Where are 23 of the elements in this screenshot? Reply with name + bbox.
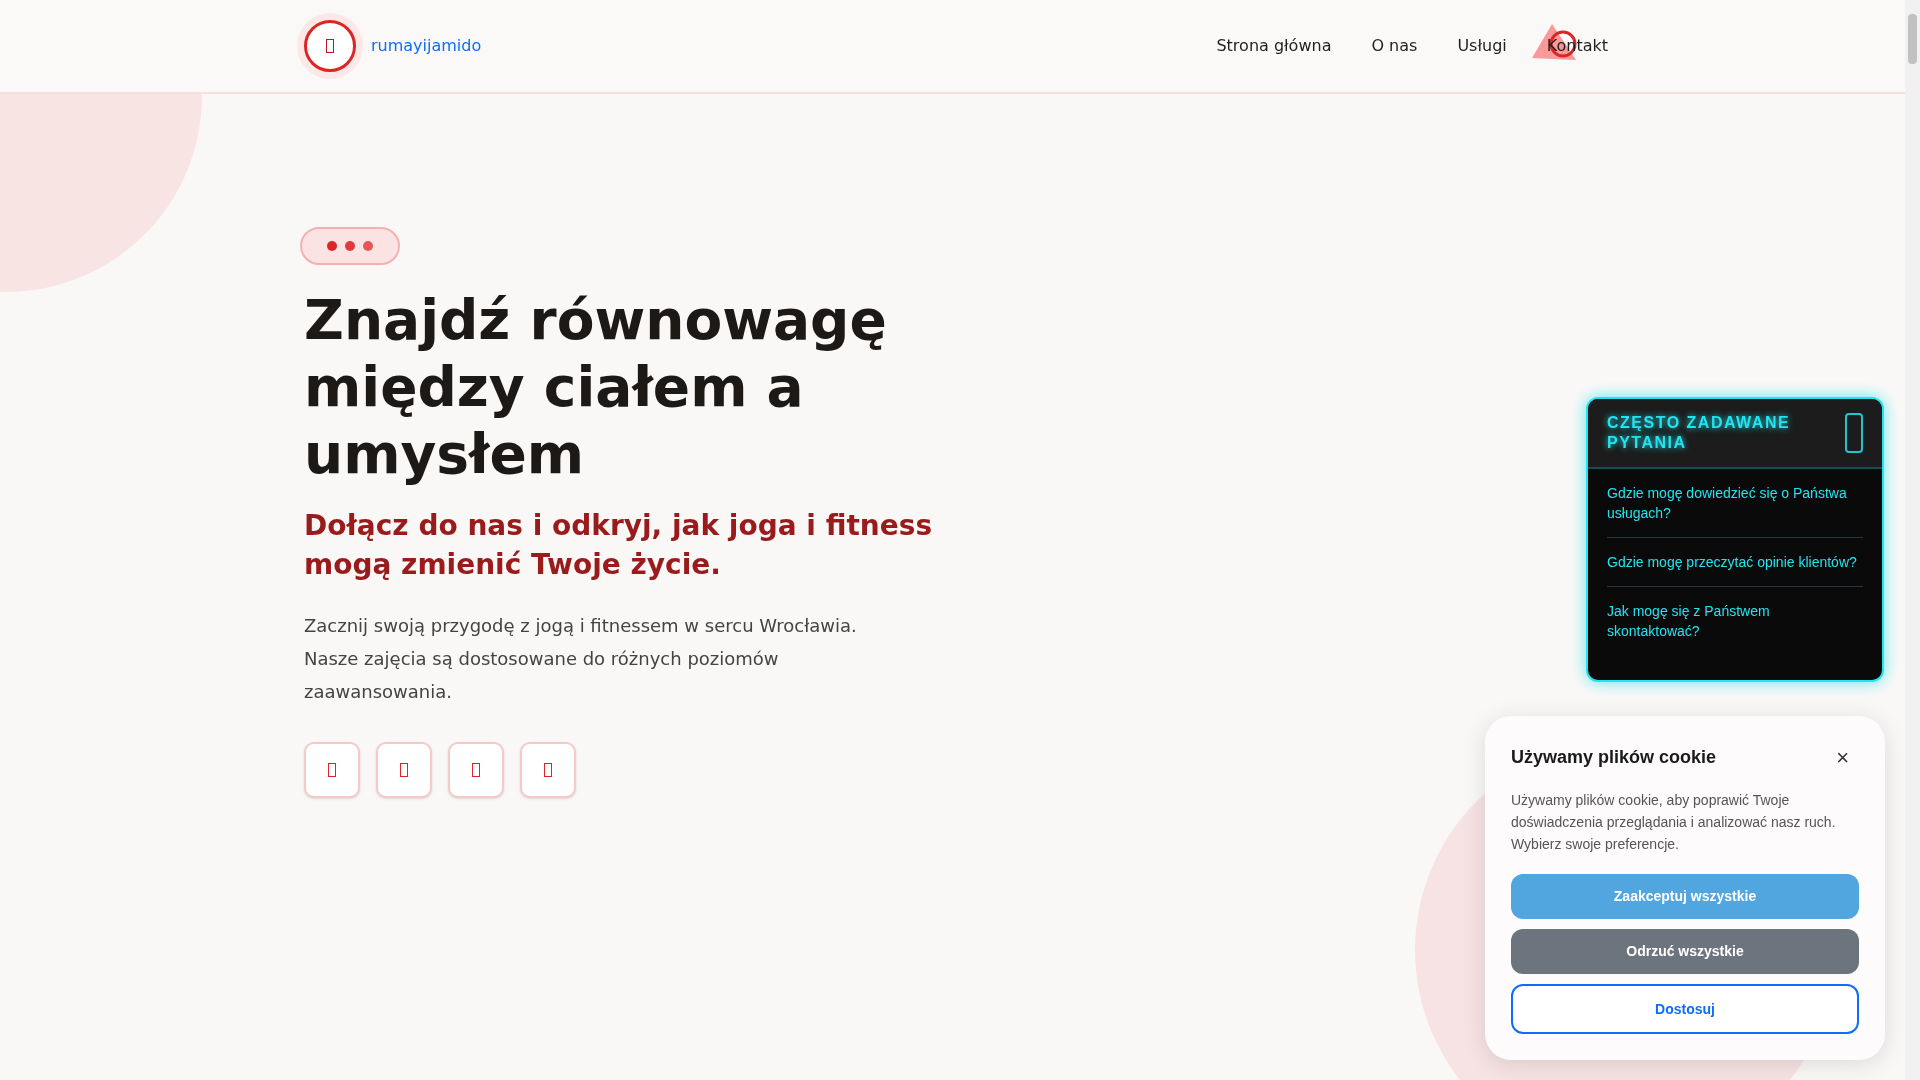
- social-button[interactable]: [376, 742, 432, 798]
- reject-button[interactable]: Odrzuć wszystkie: [1511, 929, 1859, 974]
- faq-title: CZĘSTO ZADAWANE PYTANIA: [1607, 413, 1792, 453]
- scrollbar[interactable]: [1905, 0, 1920, 1080]
- cookie-title: Używamy plików cookie: [1511, 746, 1717, 769]
- social-button[interactable]: [448, 742, 504, 798]
- faq-question[interactable]: Jak mogę się z Państwem skontaktować?: [1607, 587, 1863, 655]
- social-button[interactable]: [520, 742, 576, 798]
- toggle-button[interactable]: [1845, 413, 1863, 453]
- hero-subtitle: Dołącz do nas i odkryj, jak joga i fitness mogą zmienić Twoje życie.: [304, 508, 934, 583]
- cookie-text: Używamy plików cookie, aby poprawić Twoje doświadczenia przeglądania i analizować nasz ruch. Wybierz swoje preferencje.: [1511, 791, 1837, 854]
- nav-link[interactable]: O nas: [1371, 34, 1418, 58]
- hero-text: Zacznij swoją przygodę z jogą i fitnessem w sercu Wrocławia. Nasze zajęcia są dostosowane do różnych poziomów zaawansowania.: [304, 614, 858, 704]
- faq-question[interactable]: Gdzie mogę dowiedzieć się o Państwa usługach?: [1607, 469, 1863, 538]
- customize-button[interactable]: Dostosuj: [1511, 984, 1859, 1034]
- nav-link[interactable]: Usługi: [1457, 34, 1507, 58]
- hero-heading: Znajdź równowagę między ciałem a umysłem: [304, 287, 888, 488]
- nav-link[interactable]: Strona główna: [1216, 34, 1332, 58]
- faq-question[interactable]: Gdzie mogę przeczytać opinie klientów?: [1607, 538, 1863, 587]
- social-button[interactable]: [304, 742, 360, 798]
- glyph-icon: [326, 39, 334, 53]
- close-button[interactable]: ×: [1836, 747, 1849, 768]
- brand-link[interactable]: rumayijamido: [371, 34, 482, 58]
